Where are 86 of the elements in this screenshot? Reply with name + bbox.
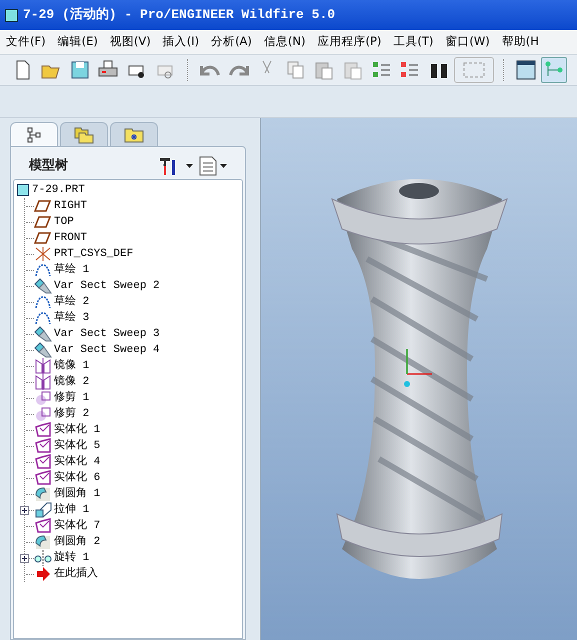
undo-icon	[200, 64, 220, 76]
coordinate-system-icon	[34, 246, 52, 262]
tree-item[interactable]: 镜像 2	[54, 374, 90, 390]
tree-item[interactable]: 实体化 1	[54, 422, 100, 438]
menu-item[interactable]: 应用程序(P)	[317, 33, 382, 51]
caret-icon	[186, 164, 193, 168]
tree-item[interactable]: 旋转 1	[54, 550, 90, 566]
menu-item[interactable]: 插入(I)	[162, 33, 200, 51]
paste-icon	[314, 60, 334, 80]
redo-icon	[228, 64, 249, 76]
tree-item[interactable]: 实体化 6	[54, 470, 100, 486]
tree-item[interactable]: 实体化 4	[54, 454, 100, 470]
tree-item[interactable]: Var Sect Sweep 3	[54, 326, 160, 342]
expand-toggle[interactable]	[20, 506, 29, 514]
tree-item[interactable]: 实体化 7	[54, 518, 100, 534]
menu-item[interactable]: 文件(F)	[6, 33, 46, 51]
solidify-icon	[34, 438, 52, 454]
tree-item[interactable]: 修剪 2	[54, 406, 90, 422]
datum-plane-icon	[34, 230, 52, 246]
show-button[interactable]	[199, 156, 227, 176]
solidify-icon	[34, 422, 52, 438]
tree-item[interactable]: 草绘 3	[54, 310, 90, 326]
solidify-icon	[34, 518, 52, 534]
tree-item[interactable]: 草绘 1	[54, 262, 90, 278]
round-icon	[34, 486, 52, 502]
mirror-icon	[34, 358, 52, 374]
tree-item[interactable]: TOP	[54, 214, 74, 230]
caret-icon	[220, 164, 227, 168]
mirror-icon	[34, 374, 52, 390]
tree-item[interactable]: 镜像 1	[54, 358, 90, 374]
save-icon	[70, 60, 90, 80]
star-folder-icon	[124, 126, 144, 142]
regenerate-manager-icon	[400, 60, 420, 80]
sketch-curve-icon	[34, 262, 52, 278]
trim-icon	[34, 390, 52, 406]
sweep-icon	[34, 326, 52, 342]
round-icon	[34, 534, 52, 550]
tree-item[interactable]: PRT_CSYS_DEF	[54, 246, 134, 262]
app-icon	[5, 8, 18, 22]
tree-item[interactable]: 修剪 1	[54, 390, 90, 406]
revolve-icon	[34, 550, 52, 566]
solidify-icon	[34, 470, 52, 486]
tree-item[interactable]: Var Sect Sweep 4	[54, 342, 160, 358]
plus-icon	[22, 508, 27, 512]
part-icon	[17, 184, 29, 196]
menu-item[interactable]: 信息(N)	[264, 33, 306, 51]
tree-item[interactable]: 草绘 2	[54, 294, 90, 310]
tree-item[interactable]: 7-29.PRT	[32, 182, 85, 198]
list-icon	[199, 156, 217, 176]
menu-item[interactable]: 视图(V)	[110, 33, 151, 51]
arrow-icon	[34, 566, 52, 582]
menu-item[interactable]: 分析(A)	[211, 33, 252, 51]
trim-icon	[34, 406, 52, 422]
datum-plane-icon	[34, 214, 52, 230]
datum-plane-icon	[34, 198, 52, 214]
sketch-curve-icon	[34, 310, 52, 326]
menu-item[interactable]: 工具(T)	[393, 33, 434, 51]
regenerate-icon	[372, 60, 392, 80]
tree-item[interactable]: 实体化 5	[54, 438, 100, 454]
tree-item[interactable]: Var Sect Sweep 2	[54, 278, 160, 294]
window-icon	[516, 60, 536, 80]
menu-item[interactable]: 帮助(H	[502, 33, 539, 51]
tree-item[interactable]: 倒圆角 1	[54, 486, 100, 502]
tree-item[interactable]: RIGHT	[54, 198, 88, 214]
tree-item[interactable]: FRONT	[54, 230, 88, 246]
sweep-icon	[34, 342, 52, 358]
menu-item[interactable]: 编辑(E)	[58, 33, 98, 51]
tree-icon	[27, 126, 41, 142]
panel-title: 模型树	[29, 157, 68, 176]
extrude-icon	[34, 502, 52, 518]
tree-item[interactable]: 倒圆角 2	[54, 534, 100, 550]
navigator-tab[interactable]	[10, 122, 58, 146]
copy-icon	[286, 60, 306, 80]
solidify-icon	[34, 454, 52, 470]
sketch-curve-icon	[34, 294, 52, 310]
sweep-icon	[34, 278, 52, 294]
window-title: 7-29 (活动的) - Pro/ENGINEER Wildfire 5.0	[23, 6, 336, 24]
tree-item[interactable]: 拉伸 1	[54, 502, 90, 518]
menu-item[interactable]: 窗口(W)	[445, 33, 490, 51]
folders-icon	[74, 126, 94, 144]
paste-special-icon	[342, 60, 363, 80]
tree-item[interactable]: 在此插入	[54, 566, 98, 582]
dashed-rectangle-icon	[463, 62, 486, 78]
plus-icon	[22, 556, 27, 560]
expand-toggle[interactable]	[20, 554, 29, 562]
tools-button[interactable]	[157, 156, 193, 176]
